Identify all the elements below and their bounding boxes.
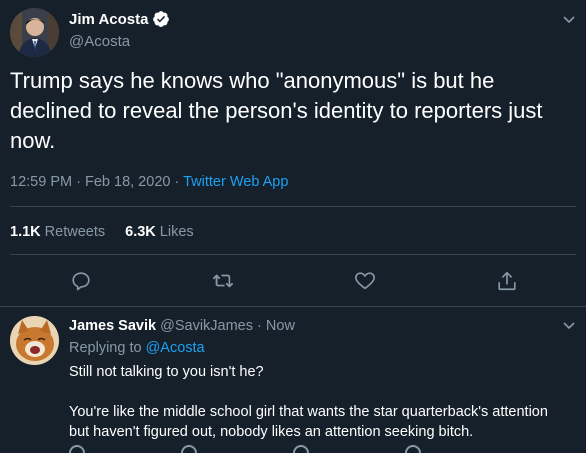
retweets-stat[interactable]: 1.1K Retweets <box>10 224 105 240</box>
divider <box>10 254 576 255</box>
reply-icon[interactable] <box>70 270 92 292</box>
reply-header: James Savik @SavikJames · Now <box>69 318 295 334</box>
retweet-icon[interactable] <box>212 270 234 292</box>
reply-actions <box>69 445 549 453</box>
tweet-stats: 1.1K Retweets 6.3K Likes <box>10 224 194 240</box>
likes-label: Likes <box>159 224 194 240</box>
retweets-count: 1.1K <box>10 224 41 240</box>
tweet-date[interactable]: Feb 18, 2020 <box>85 174 170 190</box>
tweet-meta: 12:59 PM · Feb 18, 2020 · Twitter Web Ap… <box>10 174 288 190</box>
tweet-time[interactable]: 12:59 PM <box>10 174 72 190</box>
section-divider <box>0 306 586 307</box>
tweet-actions <box>0 270 586 294</box>
retweet-icon[interactable] <box>181 445 197 453</box>
author-name-row[interactable]: Jim Acosta <box>69 10 170 28</box>
reply-text: Still not talking to you isn't he? You'r… <box>69 362 579 442</box>
heart-icon[interactable] <box>293 445 309 453</box>
reply-line: but haven't figured out, nobody likes an… <box>69 424 474 440</box>
share-icon[interactable] <box>405 445 421 453</box>
meta-separator: · <box>257 318 262 334</box>
likes-count: 6.3K <box>125 224 156 240</box>
chevron-down-icon[interactable] <box>562 318 576 332</box>
replying-to-label: Replying to <box>69 340 142 356</box>
reply-author-name[interactable]: James Savik <box>69 318 156 334</box>
author-handle[interactable]: @Acosta <box>69 33 130 50</box>
replying-to: Replying to @Acosta <box>69 340 205 356</box>
reply-icon[interactable] <box>69 445 85 453</box>
reply-line: Still not talking to you isn't he? <box>69 364 264 380</box>
divider <box>10 206 576 207</box>
reply-line: You're like the middle school girl that … <box>69 404 548 420</box>
meta-separator: · <box>76 174 81 190</box>
reply-avatar[interactable] <box>10 316 59 365</box>
reply-time[interactable]: Now <box>266 318 295 334</box>
tweet-text: Trump says he knows who "anonymous" is b… <box>10 68 543 153</box>
meta-separator: · <box>174 174 180 190</box>
tweet-page: Jim Acosta @Acosta Trump says he knows w… <box>0 0 586 453</box>
reply-line <box>69 382 579 402</box>
retweets-label: Retweets <box>44 224 106 240</box>
author-name[interactable]: Jim Acosta <box>69 11 148 28</box>
tweet-source[interactable]: Twitter Web App <box>183 174 288 190</box>
likes-stat[interactable]: 6.3K Likes <box>125 224 194 240</box>
replying-to-handle[interactable]: @Acosta <box>146 340 205 356</box>
heart-icon[interactable] <box>354 270 376 292</box>
avatar[interactable] <box>10 8 59 57</box>
share-icon[interactable] <box>496 270 518 292</box>
reply-author-handle[interactable]: @SavikJames <box>160 318 253 334</box>
chevron-down-icon[interactable] <box>562 12 576 26</box>
verified-badge-icon <box>153 11 170 27</box>
